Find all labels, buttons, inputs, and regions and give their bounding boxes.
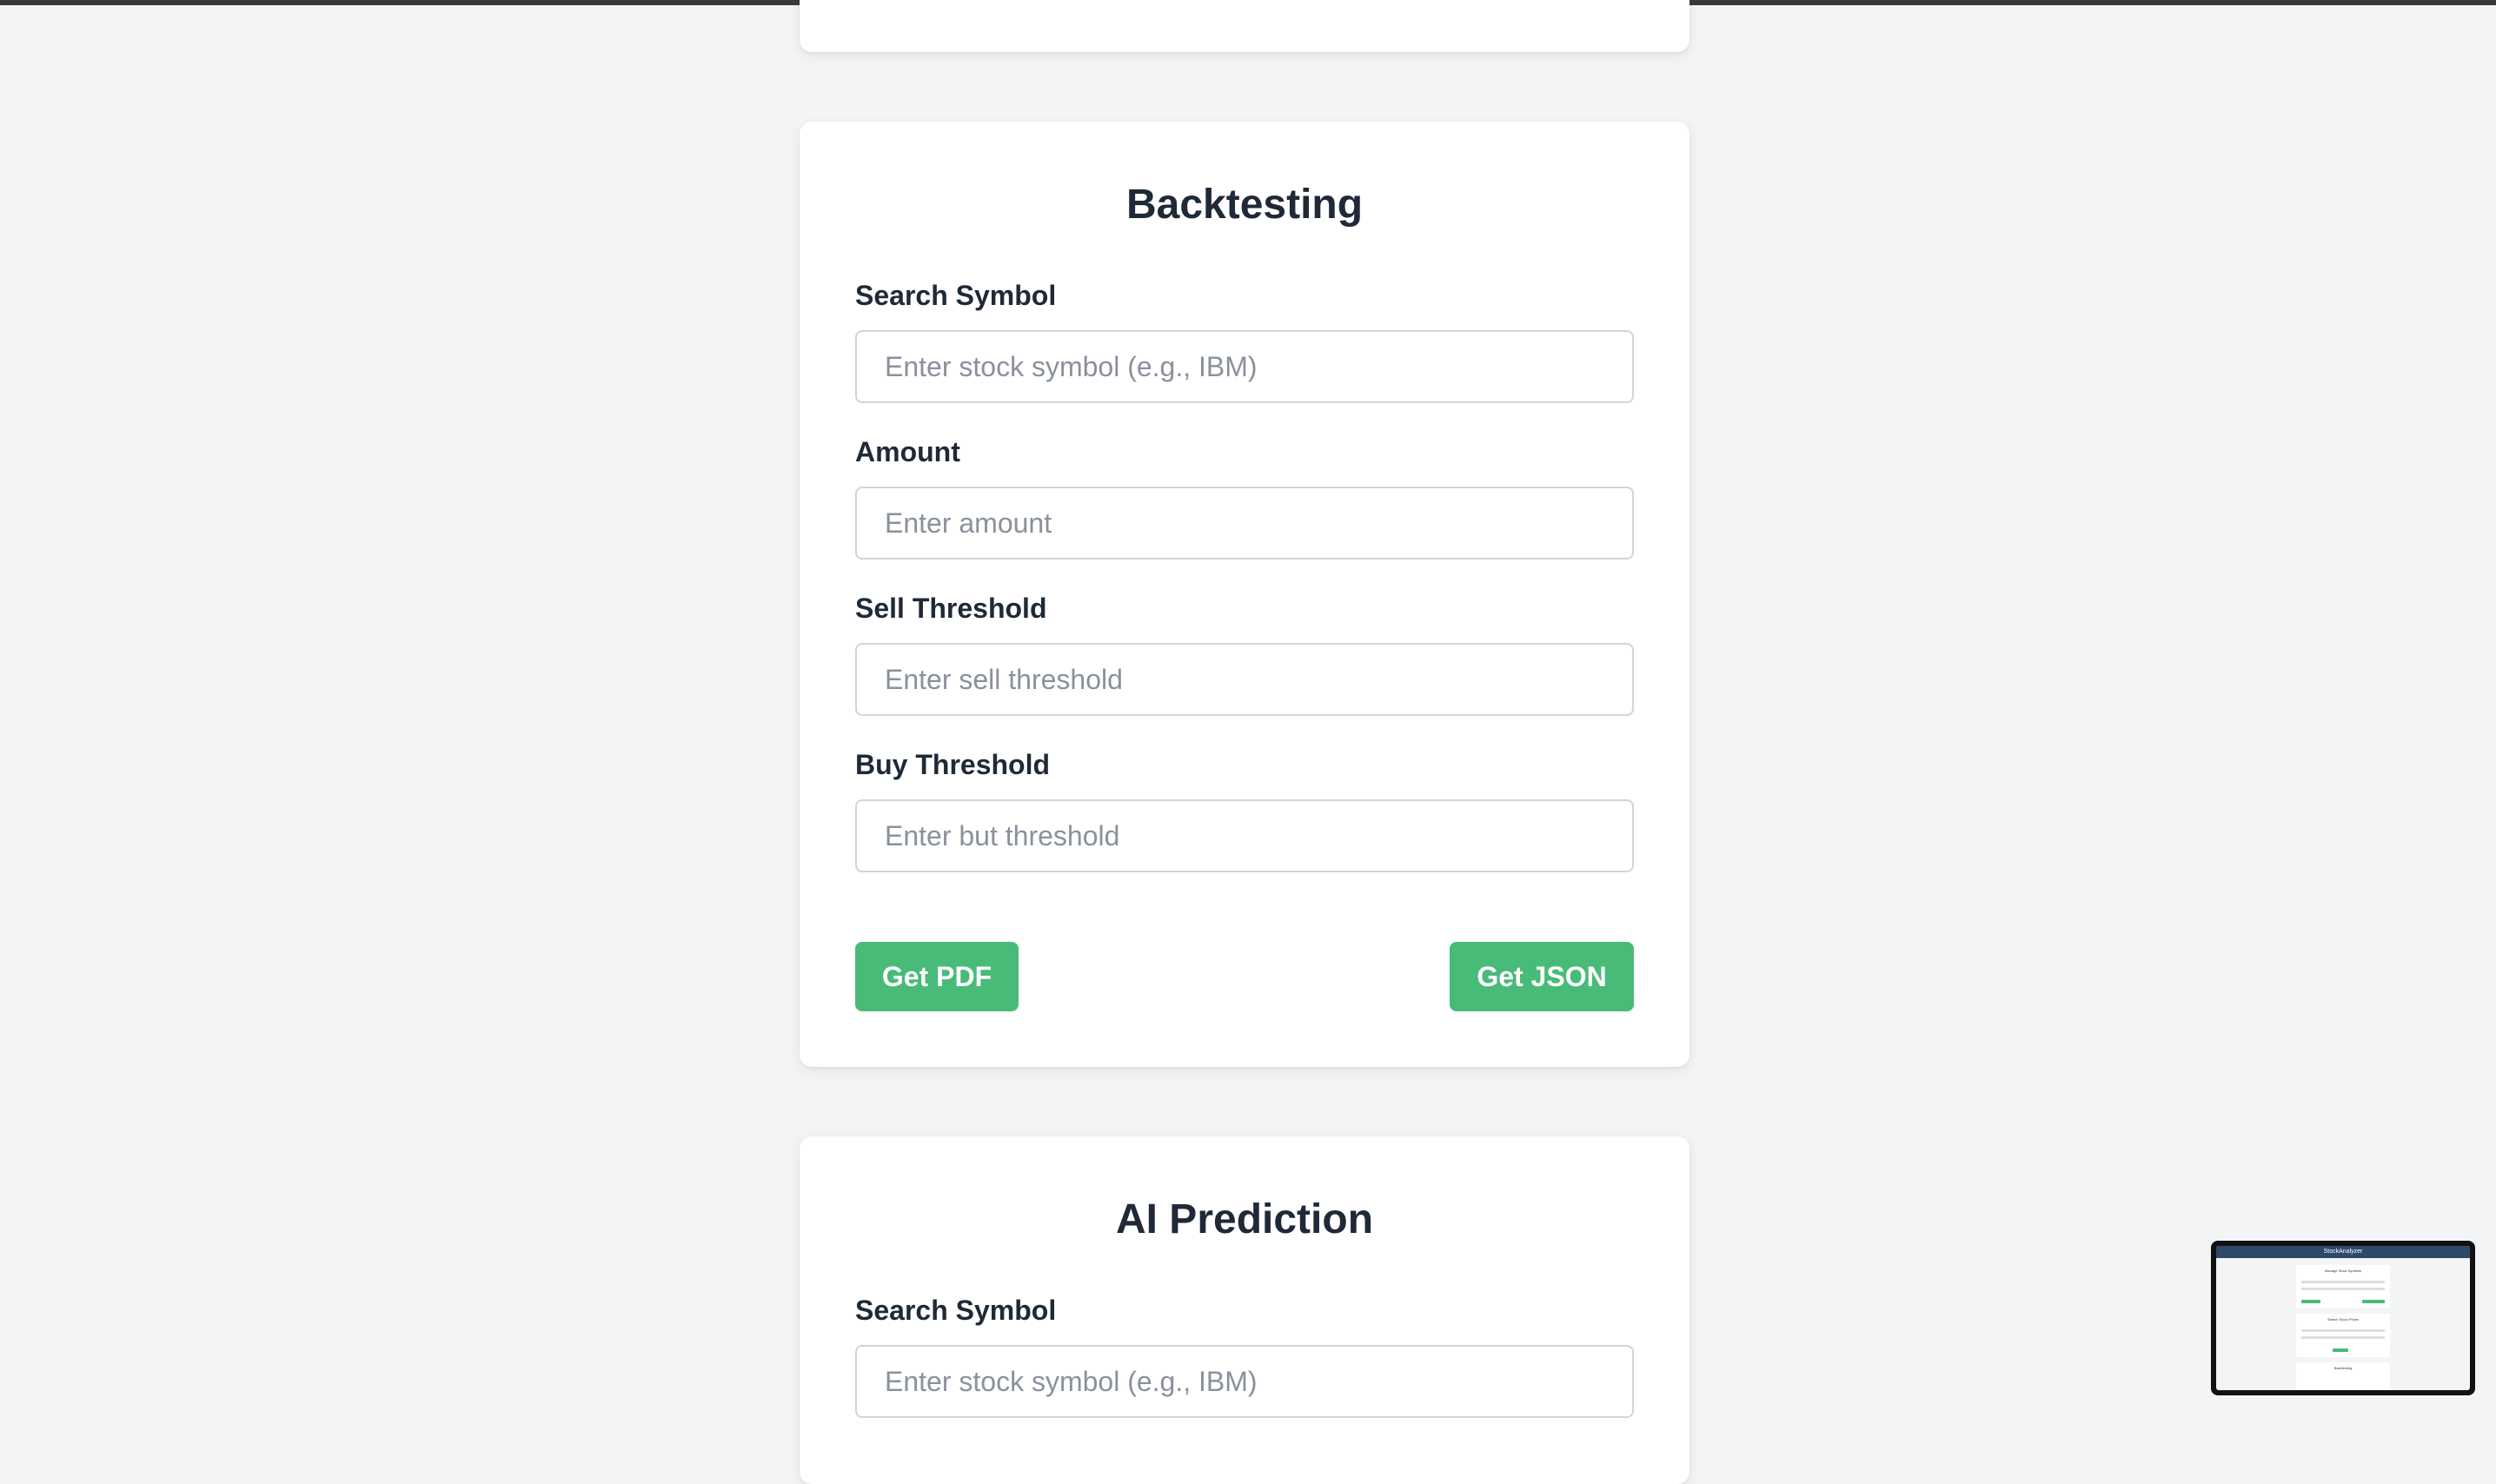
sell-threshold-label: Sell Threshold — [855, 593, 1047, 624]
minimap-input-line — [2301, 1288, 2385, 1290]
minimap-input-line — [2301, 1329, 2385, 1332]
amount-input[interactable] — [855, 487, 1634, 560]
buy-threshold-label: Buy Threshold — [855, 749, 1051, 780]
minimap-button — [2362, 1300, 2385, 1303]
page-minimap-thumbnail[interactable]: StockAnalyzer Manage Stock Symbols Searc… — [2211, 1241, 2475, 1395]
amount-label: Amount — [855, 436, 960, 467]
minimap-card: Backtesting — [2296, 1362, 2390, 1390]
sell-threshold-input[interactable] — [855, 643, 1634, 716]
backtesting-card: Backtesting Search Symbol Amount Sell Th… — [800, 122, 1689, 1067]
minimap-card: Manage Stock Symbols — [2296, 1265, 2390, 1308]
ai-prediction-title: AI Prediction — [1115, 1196, 1374, 1242]
ai-search-symbol-input[interactable] — [855, 1345, 1634, 1418]
search-symbol-input[interactable] — [855, 330, 1634, 403]
minimap-input-line — [2301, 1336, 2385, 1339]
minimap-button — [2333, 1348, 2348, 1352]
get-json-button[interactable]: Get JSON — [1450, 942, 1634, 1011]
minimap-nav-title: StockAnalyzer — [2323, 1249, 2363, 1255]
minimap-card: Search Stock Prices — [2296, 1314, 2390, 1357]
backtesting-title: Backtesting — [1125, 182, 1364, 228]
minimap-input-line — [2301, 1281, 2385, 1283]
minimap-navbar: StockAnalyzer — [2216, 1246, 2470, 1258]
ai-search-symbol-label: Search Symbol — [855, 1295, 1057, 1326]
previous-section-card — [800, 0, 1689, 52]
get-pdf-button[interactable]: Get PDF — [855, 942, 1019, 1011]
minimap-card-title: Backtesting — [2333, 1366, 2353, 1370]
minimap-card-title: Manage Stock Symbols — [2324, 1269, 2362, 1273]
search-symbol-label: Search Symbol — [855, 280, 1057, 311]
minimap-card-title: Search Stock Prices — [2327, 1317, 2359, 1322]
buy-threshold-input[interactable] — [855, 799, 1634, 872]
ai-prediction-card: AI Prediction Search Symbol — [800, 1136, 1689, 1484]
minimap-screen: StockAnalyzer Manage Stock Symbols Searc… — [2216, 1246, 2470, 1390]
minimap-button — [2301, 1300, 2320, 1303]
